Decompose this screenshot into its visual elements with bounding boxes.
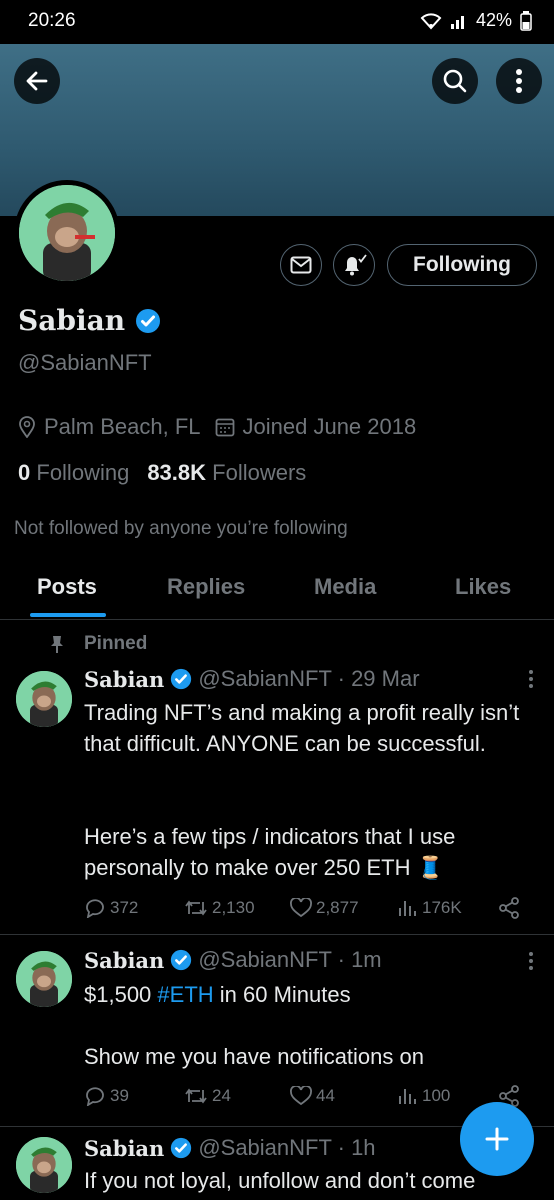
heart-icon: [290, 898, 312, 918]
share-icon: [499, 897, 519, 919]
status-right: 42%: [420, 10, 532, 31]
calendar-icon: [215, 418, 234, 437]
tweet-avatar[interactable]: [16, 1137, 72, 1193]
bell-check-icon: [345, 254, 367, 276]
reply-icon: [86, 899, 104, 918]
pin-icon: [51, 636, 63, 653]
tweet-text: $1,500 #ETH in 60 Minutes: [84, 982, 351, 1007]
active-tab-indicator: [30, 613, 106, 617]
tweet-header: Sabian @SabianNFT · 29 Mar: [84, 666, 420, 692]
tweet-author-name[interactable]: Sabian: [84, 948, 164, 973]
retweet-button[interactable]: 2,130: [184, 897, 290, 919]
tweet-text-2: Here’s a few tips / indicators that I us…: [84, 824, 456, 880]
tweet-handle-time: @SabianNFT · 1m: [198, 947, 382, 972]
location-pin-icon: [19, 416, 35, 438]
tweet-author-name[interactable]: Sabian: [84, 667, 164, 692]
battery-icon: [520, 10, 532, 31]
like-button[interactable]: 2,877: [290, 897, 398, 919]
tweet-text-2: Show me you have notifications on: [84, 1044, 424, 1069]
views-button[interactable]: 176K: [398, 897, 498, 919]
status-time: 20:26: [28, 10, 76, 31]
tweet-item[interactable]: Pinned Sabian @SabianNFT · 29 Mar Tradin…: [0, 621, 554, 935]
verified-badge-icon: [171, 949, 192, 971]
wifi-icon: [420, 12, 442, 29]
ape-avatar-image: [19, 185, 115, 281]
search-icon: [443, 69, 467, 93]
tab-posts[interactable]: Posts: [37, 574, 97, 600]
envelope-icon: [290, 256, 312, 274]
pinned-label: Pinned: [84, 633, 148, 654]
reply-button[interactable]: 39: [84, 1085, 184, 1107]
following-stat[interactable]: 0 Following: [18, 460, 129, 486]
arrow-left-icon: [26, 71, 48, 91]
tweet-avatar[interactable]: [16, 951, 72, 1007]
tweet-more-icon[interactable]: [528, 951, 534, 971]
back-button[interactable]: [14, 58, 60, 104]
retweet-icon: [185, 1088, 207, 1104]
share-button[interactable]: [498, 897, 520, 919]
follow-stats: 0 Following 83.8K Followers: [18, 460, 306, 486]
tweet-text: Trading NFT’s and making a profit really…: [84, 700, 520, 756]
tweet-author-name[interactable]: Sabian: [84, 1136, 164, 1161]
verified-badge-icon: [171, 1137, 192, 1159]
battery-percent: 42%: [475, 10, 512, 30]
views-chart-icon: [399, 1089, 416, 1104]
tweet-actions: 39 24 44 100: [84, 1085, 534, 1107]
plus-icon: [485, 1127, 509, 1151]
views-chart-icon: [399, 901, 416, 916]
ape-avatar-image: [16, 951, 72, 1007]
status-bar: 20:26 42%: [0, 0, 554, 44]
tweet-text: If you not loyal, unfollow and don’t com…: [84, 1168, 476, 1193]
tweet-handle-time: @SabianNFT · 1h: [198, 1135, 376, 1160]
tab-media[interactable]: Media: [314, 574, 376, 600]
profile-tabs: Posts Replies Media Likes: [0, 556, 554, 620]
tweet-more-icon[interactable]: [528, 669, 534, 689]
search-button[interactable]: [432, 58, 478, 104]
tab-replies[interactable]: Replies: [167, 574, 245, 600]
tweet-header: Sabian @SabianNFT · 1h: [84, 1135, 376, 1161]
verified-badge-icon: [136, 308, 161, 333]
notifications-button[interactable]: [333, 244, 375, 286]
profile-name: Sabian: [18, 304, 126, 337]
heart-icon: [290, 1086, 312, 1106]
location-item: Palm Beach, FL: [18, 414, 201, 440]
retweet-button[interactable]: 24: [184, 1085, 290, 1107]
retweet-icon: [185, 900, 207, 916]
followers-stat[interactable]: 83.8K Followers: [147, 460, 306, 486]
joined-text: Joined June 2018: [242, 414, 417, 439]
ape-avatar-image: [16, 1137, 72, 1193]
profile-name-row: Sabian: [18, 304, 161, 337]
pinned-indicator: Pinned: [50, 633, 147, 655]
like-button[interactable]: 44: [290, 1085, 398, 1107]
tweet-header: Sabian @SabianNFT · 1m: [84, 947, 382, 973]
reply-icon: [86, 1087, 104, 1106]
signal-icon: [450, 15, 464, 29]
tweet-avatar[interactable]: [16, 671, 72, 727]
reply-button[interactable]: 372: [84, 897, 184, 919]
tweet-item[interactable]: Sabian @SabianNFT · 1m $1,500 #ETH in 60…: [0, 935, 554, 1127]
profile-avatar[interactable]: [14, 180, 120, 286]
profile-meta: Palm Beach, FL Joined June 2018: [18, 414, 430, 440]
more-options-button[interactable]: [496, 58, 542, 104]
tab-likes[interactable]: Likes: [455, 574, 511, 600]
profile-handle: @SabianNFT: [18, 350, 152, 375]
location-text: Palm Beach, FL: [44, 414, 201, 439]
ape-avatar-image: [16, 671, 72, 727]
hashtag-link[interactable]: #ETH: [157, 982, 213, 1007]
following-button[interactable]: Following: [387, 244, 537, 286]
message-button[interactable]: [280, 244, 322, 286]
more-vertical-icon: [516, 69, 522, 93]
tweet-actions: 372 2,130 2,877 176K: [84, 897, 534, 919]
verified-badge-icon: [171, 668, 192, 690]
joined-item: Joined June 2018: [215, 414, 417, 440]
compose-button[interactable]: [460, 1102, 534, 1176]
not-followed-note: Not followed by anyone you’re following: [14, 518, 348, 539]
tweet-handle-time: @SabianNFT · 29 Mar: [198, 666, 420, 691]
